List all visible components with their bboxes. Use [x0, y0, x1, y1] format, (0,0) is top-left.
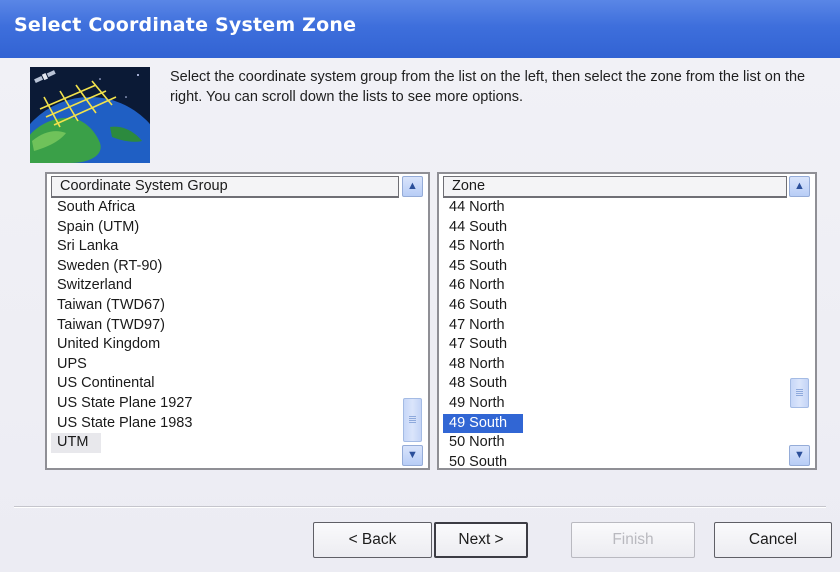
title-bar: Select Coordinate System Zone [0, 0, 840, 58]
list-item[interactable]: Taiwan (TWD97) [51, 316, 192, 336]
back-button[interactable]: < Back [313, 522, 432, 558]
list-item[interactable]: 48 North [443, 355, 523, 375]
group-list-rows: South Africa Spain (UTM) Sri Lanka Swede… [51, 198, 192, 453]
list-item-selected[interactable]: UTM [51, 433, 101, 453]
list-item[interactable]: UPS [51, 355, 192, 375]
group-list-scrollbar[interactable]: ▲ ▼ [402, 176, 424, 466]
list-item[interactable]: 50 South [443, 453, 523, 468]
list-item[interactable]: Taiwan (TWD67) [51, 296, 192, 316]
zone-list-scroll-thumb[interactable] [790, 378, 809, 408]
zone-list-scrollbar[interactable]: ▲ ▼ [789, 176, 811, 466]
list-item-selected[interactable]: 49 South [443, 413, 523, 434]
list-item[interactable]: 48 South [443, 374, 523, 394]
window-title: Select Coordinate System Zone [14, 14, 357, 36]
satellite-globe-icon [30, 67, 150, 163]
list-item[interactable]: Spain (UTM) [51, 218, 192, 238]
list-item[interactable]: 45 South [443, 257, 523, 277]
chevron-up-icon[interactable]: ▲ [789, 176, 810, 197]
next-button[interactable]: Next > [434, 522, 528, 558]
zone-list[interactable]: Zone 44 North 44 South 45 North 45 South… [437, 172, 817, 470]
coordinate-group-list[interactable]: Coordinate System Group South Africa Spa… [45, 172, 430, 470]
list-item[interactable]: Sweden (RT-90) [51, 257, 192, 277]
list-item[interactable]: 47 North [443, 316, 523, 336]
list-item[interactable]: 46 North [443, 276, 523, 296]
instructions-text: Select the coordinate system group from … [170, 69, 806, 105]
group-column-header[interactable]: Coordinate System Group [51, 176, 399, 198]
list-item[interactable]: 47 South [443, 335, 523, 355]
button-separator [14, 506, 826, 508]
list-item[interactable]: South Africa [51, 198, 192, 218]
list-item[interactable]: US State Plane 1983 [51, 414, 192, 434]
list-item[interactable]: 45 North [443, 237, 523, 257]
list-item[interactable]: Switzerland [51, 276, 192, 296]
group-list-scroll-thumb[interactable] [403, 398, 422, 442]
chevron-up-icon[interactable]: ▲ [402, 176, 423, 197]
list-item[interactable]: 49 North [443, 394, 523, 414]
finish-button[interactable]: Finish [571, 522, 695, 558]
chevron-down-icon[interactable]: ▼ [402, 445, 423, 466]
chevron-down-icon[interactable]: ▼ [789, 445, 810, 466]
list-item[interactable]: 46 South [443, 296, 523, 316]
list-item[interactable]: US Continental [51, 374, 192, 394]
list-item[interactable]: US State Plane 1927 [51, 394, 192, 414]
cancel-button[interactable]: Cancel [714, 522, 832, 558]
zone-column-header[interactable]: Zone [443, 176, 787, 198]
list-item[interactable]: 50 North [443, 433, 523, 453]
list-item[interactable]: United Kingdom [51, 335, 192, 355]
zone-list-rows: 44 North 44 South 45 North 45 South 46 N… [443, 198, 523, 468]
list-item[interactable]: 44 North [443, 198, 523, 218]
list-item[interactable]: Sri Lanka [51, 237, 192, 257]
list-item[interactable]: 44 South [443, 218, 523, 238]
